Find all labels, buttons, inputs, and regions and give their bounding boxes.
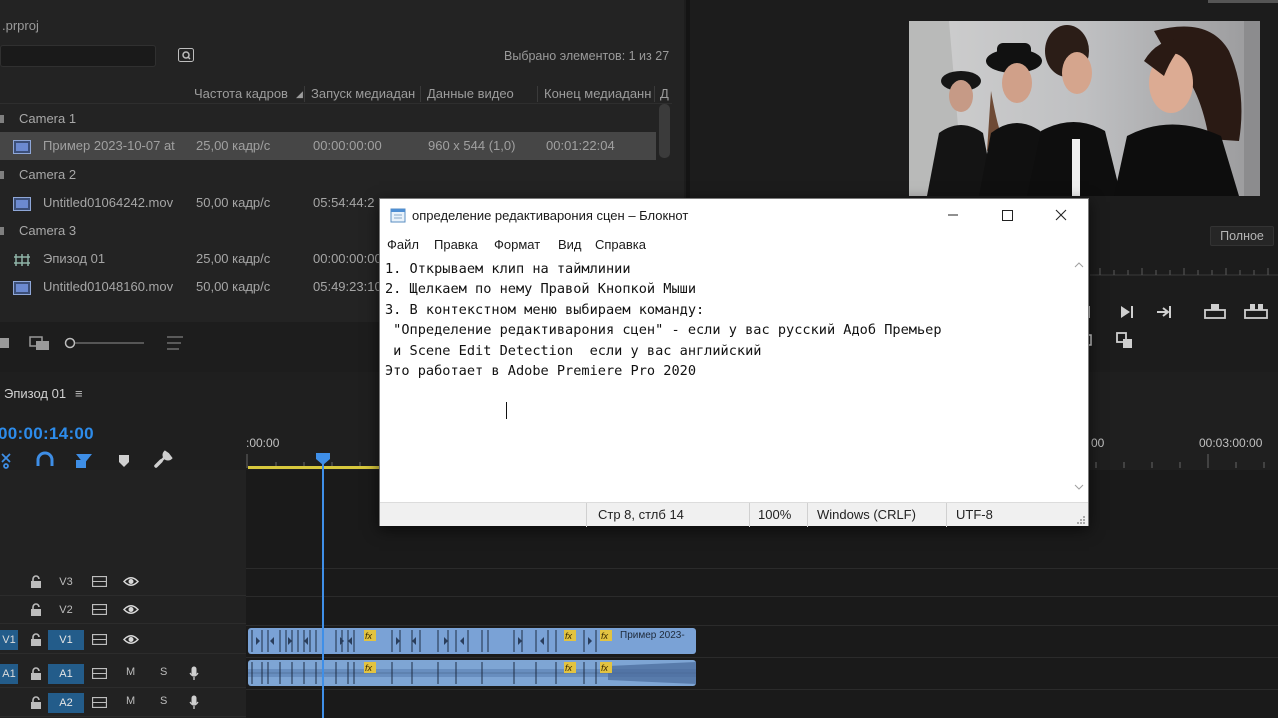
solo-button[interactable]: S xyxy=(160,695,167,707)
svg-text:fx: fx xyxy=(601,663,609,673)
lock-icon[interactable] xyxy=(30,603,42,616)
project-scrollbar[interactable] xyxy=(659,104,670,158)
menu-edit[interactable]: Правка xyxy=(434,237,478,252)
clip-name-label: Пример 2023- xyxy=(620,630,685,641)
track-a2: A2 M S xyxy=(0,689,246,717)
source-patch-v1[interactable]: V1 xyxy=(0,630,18,650)
lock-icon[interactable] xyxy=(30,667,42,680)
vertical-scrollbar[interactable] xyxy=(1071,257,1087,497)
zoom-fit-dropdown[interactable]: Полное xyxy=(1210,226,1274,246)
column-media-start[interactable]: Запуск медиадан xyxy=(311,86,415,101)
menu-file[interactable]: Файл xyxy=(387,237,419,252)
video-frame xyxy=(909,21,1260,196)
playhead-timecode[interactable]: 00:00:14:00 xyxy=(0,424,94,444)
svg-text:fx: fx xyxy=(601,631,609,641)
menu-format[interactable]: Формат xyxy=(494,237,540,252)
column-frame-rate[interactable]: Частота кадров xyxy=(194,86,288,101)
menu-view[interactable]: Вид xyxy=(558,237,582,252)
maximize-button[interactable] xyxy=(982,199,1032,231)
audio-clip[interactable]: fx fx fx xyxy=(248,660,696,686)
project-search-input[interactable] xyxy=(0,45,156,67)
playhead-line[interactable] xyxy=(322,458,324,718)
minimize-button[interactable] xyxy=(928,199,978,231)
sequence-tab[interactable]: Эпизод 01 xyxy=(4,386,66,401)
text-line: 3. В контекстном меню выбираем команду: xyxy=(385,301,705,318)
column-video-info[interactable]: Данные видео xyxy=(427,86,514,101)
sync-lock-icon[interactable] xyxy=(92,604,107,615)
transport-controls xyxy=(1086,302,1277,352)
project-toolbar xyxy=(0,330,300,356)
mute-button[interactable]: M xyxy=(126,695,135,707)
sync-lock-icon[interactable] xyxy=(92,697,107,708)
svg-text:fx: fx xyxy=(565,631,573,641)
status-bar: Стр 8, стлб 14 100% Windows (CRLF) UTF-8 xyxy=(380,502,1088,527)
zoom-level: 100% xyxy=(758,507,792,522)
encoding: UTF-8 xyxy=(956,507,993,522)
bin-icon xyxy=(0,115,4,123)
video-clip-icon xyxy=(13,197,31,211)
bin-icon xyxy=(0,227,4,235)
eye-icon[interactable] xyxy=(123,604,139,615)
sequence-icon xyxy=(14,254,30,266)
track-v2: V2 xyxy=(0,596,246,624)
source-patch-a1[interactable]: A1 xyxy=(0,664,18,684)
svg-text:fx: fx xyxy=(365,663,373,673)
timeline-tools xyxy=(0,450,180,472)
column-duration[interactable]: Д xyxy=(660,86,669,101)
text-editor[interactable]: 1. Открываем клип на таймлинии 2. Щелкаем… xyxy=(385,259,1071,497)
svg-text:fx: fx xyxy=(365,631,373,641)
monitor-time-ruler[interactable] xyxy=(1090,262,1278,276)
panel-menu-icon[interactable]: ≡ xyxy=(75,386,83,401)
track-a1: A1 A1 M S xyxy=(0,660,246,688)
notepad-icon xyxy=(390,207,407,223)
microphone-icon[interactable] xyxy=(189,666,199,681)
clip-row[interactable]: Пример 2023-10-07 at 25,00 кадр/с 00:00:… xyxy=(0,132,656,160)
window-title: определение редактиварония сцен – Блокно… xyxy=(412,208,689,223)
project-title: .prproj xyxy=(2,18,39,33)
microphone-icon[interactable] xyxy=(189,695,199,710)
text-line: Это работает в Adobe Premiere Pro 2020 xyxy=(385,363,696,380)
track-v1: V1 V1 xyxy=(0,626,246,654)
menu-bar: Файл Правка Формат Вид Справка xyxy=(380,234,1088,256)
line-endings: Windows (CRLF) xyxy=(817,507,916,522)
window-titlebar[interactable]: определение редактиварония сцен – Блокно… xyxy=(380,199,1088,232)
track-v3: V3 xyxy=(0,568,246,596)
bin-row[interactable]: Camera 2 xyxy=(0,161,656,189)
sync-lock-icon[interactable] xyxy=(92,576,107,587)
sync-lock-icon[interactable] xyxy=(92,668,107,679)
lock-icon[interactable] xyxy=(30,696,42,709)
text-line: 1. Открываем клип на таймлинии xyxy=(385,261,631,277)
resize-grip-icon[interactable] xyxy=(1076,515,1086,525)
text-line: 2. Щелкаем по нему Правой Кнопкой Мыши xyxy=(385,281,696,298)
close-button[interactable] xyxy=(1036,199,1086,231)
text-line: "Определение редактиварония сцен" - если… xyxy=(385,322,942,339)
work-area-bar[interactable] xyxy=(248,466,380,469)
eye-icon[interactable] xyxy=(123,576,139,587)
project-column-header: Частота кадров ◢ Запуск медиадан Данные … xyxy=(0,84,672,104)
find-icon[interactable] xyxy=(178,48,194,62)
sync-lock-icon[interactable] xyxy=(92,634,107,645)
notepad-window: определение редактиварония сцен – Блокно… xyxy=(379,198,1089,527)
bin-icon xyxy=(0,171,4,179)
svg-text:fx: fx xyxy=(565,663,573,673)
lock-icon[interactable] xyxy=(30,575,42,588)
playhead-handle[interactable] xyxy=(316,453,330,465)
nest-icon xyxy=(1,453,11,469)
eye-icon[interactable] xyxy=(123,634,139,645)
selection-count: Выбрано элементов: 1 из 27 xyxy=(504,49,670,63)
column-media-end[interactable]: Конец медиаданн xyxy=(544,86,651,101)
bin-row[interactable]: Camera 1 xyxy=(0,105,656,133)
video-clip-icon xyxy=(13,140,31,154)
text-cursor xyxy=(506,402,507,419)
text-line: и Scene Edit Detection если у вас англий… xyxy=(385,342,762,359)
lock-icon[interactable] xyxy=(30,633,42,646)
mute-button[interactable]: M xyxy=(126,666,135,678)
video-clip-icon xyxy=(13,281,31,295)
sort-icon[interactable]: ◢ xyxy=(296,89,303,100)
menu-help[interactable]: Справка xyxy=(595,237,646,252)
cursor-position: Стр 8, стлб 14 xyxy=(598,507,684,522)
solo-button[interactable]: S xyxy=(160,666,167,678)
